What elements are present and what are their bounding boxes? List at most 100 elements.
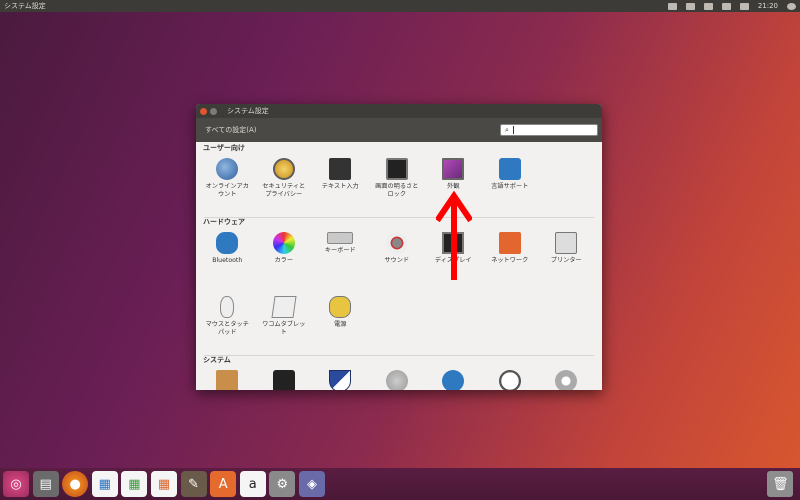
- clock-icon: [498, 370, 521, 390]
- toolbar: すべての設定(A) ⌕: [196, 118, 602, 142]
- settings-item-label: マウスとタッチ パッド: [205, 321, 249, 336]
- text-cursor: [512, 126, 514, 134]
- lock-icon: [385, 158, 408, 180]
- section-grid: ソフトウェアとアップデートバックアップファイアウォール設定ツールユーザーアカウン…: [196, 365, 602, 390]
- section-title: ユーザー向け: [203, 144, 245, 152]
- settings-item-color[interactable]: カラー: [256, 227, 313, 291]
- printer-icon: [555, 232, 578, 254]
- settings-item-label: ワコムタブレット: [262, 321, 306, 336]
- settings-item-label: オンラインアカ ウント: [205, 183, 249, 198]
- settings-item-label: プリンター: [550, 257, 582, 264]
- settings-item-label: Bluetooth: [212, 257, 243, 264]
- settings-item-wacom-tablet[interactable]: ワコムタブレット: [256, 291, 313, 355]
- settings-item-brightness-lock[interactable]: 画面の明るさと ロック: [369, 153, 426, 217]
- files-icon[interactable]: ▤: [32, 471, 59, 497]
- settings-item-keyboard[interactable]: キーボード: [312, 227, 369, 291]
- power-icon: [329, 296, 352, 318]
- network-icon: [498, 232, 521, 254]
- backup-icon: [272, 370, 295, 390]
- gimp-icon[interactable]: ✎: [180, 471, 207, 497]
- ubuntu-icon[interactable]: ◎: [3, 471, 29, 497]
- top-panel: システム設定 21:20: [0, 0, 800, 12]
- trash-icon[interactable]: 🗑: [767, 471, 794, 497]
- all-settings-button[interactable]: すべての設定(A): [205, 125, 256, 135]
- users-icon: [385, 370, 408, 390]
- keyboard-icon: [327, 232, 354, 244]
- settings-item-label: セキュリティと プライバシー: [262, 183, 306, 198]
- settings-item-text-entry[interactable]: テキスト入力: [312, 153, 369, 217]
- red-arrow-annotation: [436, 190, 472, 280]
- settings-item-time-date[interactable]: 時刻と日付: [482, 365, 539, 390]
- battery-icon[interactable]: [721, 2, 731, 10]
- settings-content: ユーザー向けオンラインアカ ウント セキュリティと プライバシー テキスト入力 画面の明る…: [196, 142, 602, 390]
- sound-icon: [385, 232, 408, 254]
- indicators: 21:20: [667, 2, 796, 10]
- amazon-icon[interactable]: a: [239, 471, 266, 497]
- mouse-icon: [220, 296, 235, 318]
- settings-item-power[interactable]: 電源: [312, 291, 369, 355]
- settings-item-label: 画面の明るさと ロック: [375, 183, 419, 198]
- launcher: ◎ ▤ ● ▦ ▦ ▦ ✎ Aa ⚙ ◈ 🗑: [0, 468, 800, 500]
- minimize-button[interactable]: [210, 107, 217, 115]
- section-2: ハードウェアBluetoothカラーキーボードサウンドディスプレイネットワークプ…: [196, 218, 602, 355]
- settings-item-bluetooth[interactable]: Bluetooth: [199, 227, 256, 291]
- writer-icon[interactable]: ▦: [91, 471, 118, 497]
- firefox-icon[interactable]: ●: [62, 471, 89, 497]
- calc-icon[interactable]: ▦: [121, 471, 148, 497]
- software-center-icon[interactable]: A: [210, 471, 237, 497]
- firewall-icon: [329, 370, 352, 390]
- tablet-icon: [271, 296, 297, 318]
- window-title: システム設定: [227, 107, 269, 115]
- settings-item-label: 言語サポート: [491, 183, 529, 190]
- settings-item-sound[interactable]: サウンド: [369, 227, 426, 291]
- gear-icon[interactable]: [787, 2, 796, 10]
- settings-item-backups[interactable]: バックアップ: [256, 365, 313, 390]
- system-settings-window: システム設定 すべての設定(A) ⌕ ユーザー向けオンラインアカ ウント セキュリテ…: [196, 104, 602, 390]
- language-icon: [498, 158, 521, 180]
- online-accounts-icon: [216, 158, 239, 180]
- settings-item-user-accounts[interactable]: ユーザーアカウント: [369, 365, 426, 390]
- section-3: システムソフトウェアとアップデートバックアップファイアウォール設定ツールユーザー…: [196, 356, 602, 390]
- appearance-icon: [442, 158, 465, 180]
- settings-item-label: サウンド: [384, 257, 410, 264]
- settings-item-universal-access[interactable]: ユニバーサルアクセス: [425, 365, 482, 390]
- settings-item-network[interactable]: ネットワーク: [482, 227, 539, 291]
- settings-item-label: 電源: [334, 321, 347, 328]
- section-grid: Bluetoothカラーキーボードサウンドディスプレイネットワークプリンターマウ…: [196, 227, 602, 355]
- color-icon: [272, 232, 295, 254]
- security-icon: [272, 158, 295, 180]
- network-icon[interactable]: [703, 2, 713, 10]
- universal-access-icon: [442, 370, 465, 390]
- search-input[interactable]: ⌕: [500, 124, 598, 136]
- clock[interactable]: 21:20: [758, 2, 778, 10]
- keyboard-layout-icon[interactable]: [685, 2, 695, 10]
- active-app-title: システム設定: [4, 2, 46, 10]
- settings-item-printers[interactable]: プリンター: [538, 227, 595, 291]
- settings-item-label: ネットワーク: [491, 257, 529, 264]
- settings-item-mouse-touchpad[interactable]: マウスとタッチ パッド: [199, 291, 256, 355]
- settings-item-security-privacy[interactable]: セキュリティと プライバシー: [256, 153, 313, 217]
- impress-icon[interactable]: ▦: [150, 471, 177, 497]
- app-icon[interactable]: ◈: [298, 471, 325, 497]
- settings-icon[interactable]: ⚙: [269, 471, 296, 497]
- text-entry-icon: [329, 158, 352, 180]
- section-1: ユーザー向けオンラインアカ ウント セキュリティと プライバシー テキスト入力 画面の明る…: [196, 144, 602, 217]
- section-title: ハードウェア: [203, 218, 245, 226]
- section-grid: オンラインアカ ウント セキュリティと プライバシー テキスト入力 画面の明るさと ロック外…: [196, 153, 602, 217]
- close-button[interactable]: [200, 107, 207, 115]
- software-icon: [216, 370, 239, 390]
- dropbox-icon[interactable]: [667, 2, 677, 10]
- search-icon: ⌕: [505, 125, 509, 134]
- settings-item-label: テキスト入力: [321, 183, 359, 190]
- volume-icon[interactable]: [739, 2, 749, 10]
- bluetooth-icon: [216, 232, 239, 254]
- gear-icon: [555, 370, 578, 390]
- settings-item-label: カラー: [274, 257, 294, 264]
- settings-item-online-accounts[interactable]: オンラインアカ ウント: [199, 153, 256, 217]
- settings-item-details[interactable]: 詳細: [538, 365, 595, 390]
- section-title: システム: [203, 356, 231, 364]
- settings-item-firewall[interactable]: ファイアウォール設定ツール: [312, 365, 369, 390]
- settings-item-language-support[interactable]: 言語サポート: [482, 153, 539, 217]
- settings-item-software-updates[interactable]: ソフトウェアとアップデート: [199, 365, 256, 390]
- titlebar[interactable]: システム設定: [196, 104, 602, 118]
